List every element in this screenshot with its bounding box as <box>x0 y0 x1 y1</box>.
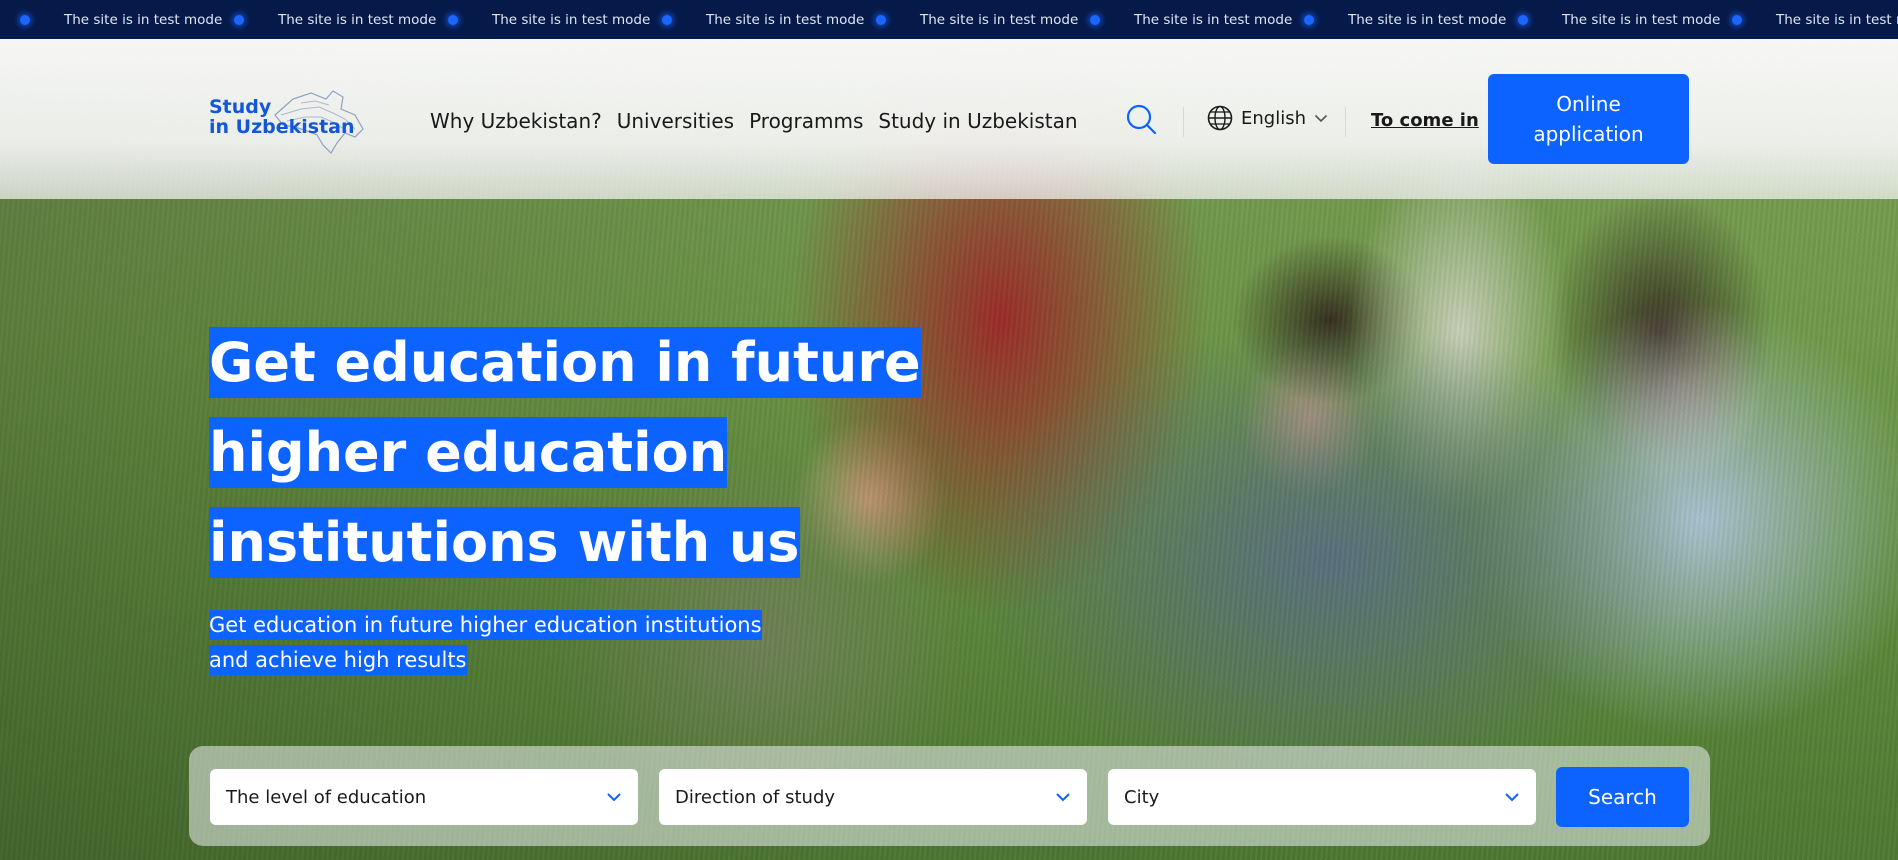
dot-icon <box>1518 14 1528 25</box>
education-level-select[interactable]: The level of education <box>210 769 638 825</box>
ticker-text: The site is in test mode <box>278 11 437 28</box>
divider <box>1345 107 1346 137</box>
ticker-item: The site is in test mode <box>642 11 865 28</box>
ticker-text: The site is in test mode <box>1134 11 1293 28</box>
search-filters: The level of education Direction of stud… <box>189 746 1710 846</box>
dot-icon <box>448 14 458 25</box>
language-label: English <box>1241 107 1306 129</box>
ticker-item: The site is in test mode <box>1284 11 1507 28</box>
ticker-text: The site is in test mode <box>492 11 651 28</box>
direction-of-study-select[interactable]: Direction of study <box>659 769 1087 825</box>
test-mode-ticker: The site is in test mode The site is in … <box>0 0 1898 39</box>
nav-study-in-uzbekistan[interactable]: Study in Uzbekistan <box>878 109 1077 133</box>
select-label: The level of education <box>226 786 427 808</box>
dot-icon <box>1090 14 1100 25</box>
language-selector[interactable]: English <box>1207 105 1328 131</box>
globe-icon <box>1207 105 1233 131</box>
chevron-down-icon <box>1056 793 1070 802</box>
search-icon[interactable] <box>1126 104 1158 136</box>
ticker-item: The site is in test mode <box>428 11 651 28</box>
headline-line: institutions with us <box>209 507 800 578</box>
ticker-item: The site is in test mode <box>214 11 437 28</box>
nav-universities[interactable]: Universities <box>617 109 734 133</box>
ticker-text: The site is in test mode <box>920 11 1079 28</box>
ticker-item: The site is in test mode <box>1712 12 1898 28</box>
ticker-item: The site is in test mode <box>1070 11 1293 28</box>
ticker-item: The site is in test mode <box>0 11 223 28</box>
ticker-text: The site is in test mode <box>1348 11 1507 28</box>
dot-icon <box>234 14 244 25</box>
headline-line: higher education <box>209 417 728 488</box>
ticker-text: The site is in test mode <box>64 11 223 28</box>
city-select[interactable]: City <box>1108 769 1536 825</box>
dot-icon <box>1732 14 1742 25</box>
ticker-text: The site is in test mode <box>706 11 865 28</box>
chevron-down-icon <box>1505 793 1519 802</box>
divider <box>1183 107 1184 137</box>
site-logo[interactable]: Study in Uzbekistan <box>209 87 364 154</box>
nav-programms[interactable]: Programms <box>749 109 863 133</box>
select-label: Direction of study <box>675 786 836 808</box>
ticker-item: The site is in test mode <box>856 11 1079 28</box>
main-nav: Why Uzbekistan? Universities Programms S… <box>430 109 1078 133</box>
hero-headline: Get education in future higher education… <box>209 318 929 588</box>
logo-text: Study in Uzbekistan <box>209 97 355 137</box>
ticker-text: The site is in test mode <box>1776 11 1898 28</box>
hero-subtitle: Get education in future higher education… <box>209 608 769 678</box>
chevron-down-icon <box>1314 114 1328 122</box>
ticker-item: The site is in test mode <box>1498 11 1721 28</box>
chevron-down-icon <box>607 793 621 802</box>
nav-why-uzbekistan[interactable]: Why Uzbekistan? <box>430 109 602 133</box>
logo-line-2: in Uzbekistan <box>209 116 355 138</box>
site-header: Study in Uzbekistan Why Uzbekistan? Univ… <box>0 39 1898 199</box>
login-link[interactable]: To come in <box>1371 110 1479 131</box>
subtitle-line: Get education in future higher education… <box>209 610 762 640</box>
dot-icon <box>20 14 30 25</box>
dot-icon <box>1304 14 1314 25</box>
dot-icon <box>876 14 886 25</box>
online-application-button[interactable]: Online application <box>1488 74 1689 164</box>
subtitle-line: and achieve high results <box>209 645 467 675</box>
dot-icon <box>662 14 672 25</box>
apply-label: Online application <box>1533 92 1644 146</box>
select-label: City <box>1124 786 1160 808</box>
search-button[interactable]: Search <box>1556 767 1689 827</box>
headline-line: Get education in future <box>209 327 921 398</box>
logo-line-1: Study <box>209 96 272 118</box>
ticker-text: The site is in test mode <box>1562 11 1721 28</box>
